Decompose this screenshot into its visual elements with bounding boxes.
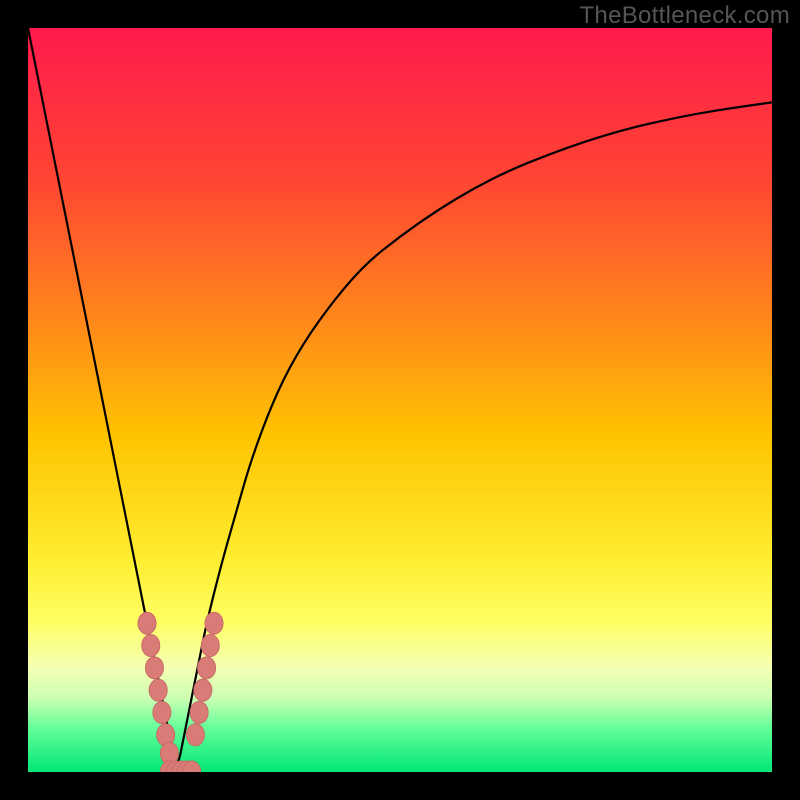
- sample-marker: [201, 635, 219, 657]
- watermark-text: TheBottleneck.com: [579, 2, 790, 30]
- sample-marker: [142, 635, 160, 657]
- sample-marker: [194, 679, 212, 701]
- sample-marker: [198, 657, 216, 679]
- chart-frame: TheBottleneck.com: [0, 0, 800, 800]
- sample-marker: [190, 701, 208, 723]
- bottleneck-chart: [28, 28, 772, 772]
- sample-marker: [145, 657, 163, 679]
- sample-marker: [186, 724, 204, 746]
- sample-marker: [149, 679, 167, 701]
- sample-marker: [138, 612, 156, 634]
- gradient-background: [28, 28, 772, 772]
- plot-area: [28, 28, 772, 772]
- sample-marker: [205, 612, 223, 634]
- sample-marker: [153, 701, 171, 723]
